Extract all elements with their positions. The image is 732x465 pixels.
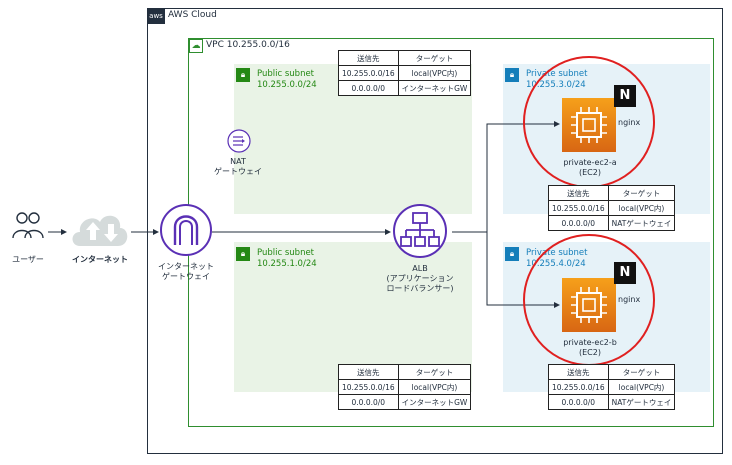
internet-cloud-icon [72, 215, 128, 246]
rt-cell: 10.255.0.0/16 [548, 200, 609, 216]
rt-cell: local(VPC内) [607, 200, 676, 216]
users-icon [12, 212, 44, 239]
rt-header-dest: 送信先 [338, 50, 399, 66]
rt-header-target: ターゲット [607, 185, 676, 201]
rt-cell: NATゲートウェイ [607, 394, 676, 410]
internet-gateway-label: インターネット ゲートウェイ [150, 262, 222, 282]
rt-header-dest: 送信先 [548, 185, 609, 201]
rt-cell: 10.255.0.0/16 [338, 65, 399, 81]
alb-label-line1: ALB [412, 264, 428, 273]
rt-cell: 0.0.0.0/0 [338, 394, 399, 410]
rt-cell: local(VPC内) [397, 65, 472, 81]
rt-cell: NATゲートウェイ [607, 215, 676, 231]
rt-cell: インターネットGW [397, 394, 472, 410]
route-table-private-a: 送信先 ターゲット 10.255.0.0/16 local(VPC内) 0.0.0.… [548, 185, 676, 231]
load-balancer-icon [393, 204, 447, 258]
rt-header-dest: 送信先 [338, 364, 399, 380]
route-table-public-b: 送信先 ターゲット 10.255.0.0/16 local(VPC内) 0.0.0.… [338, 364, 472, 410]
rt-cell: インターネットGW [397, 80, 472, 96]
route-table-public-a: 送信先 ターゲット 10.255.0.0/16 local(VPC内) 0.0.0.… [338, 50, 472, 96]
igw-label-line2: ゲートウェイ [162, 272, 210, 281]
internet-label: インターネット [72, 255, 128, 264]
rt-header-target: ターゲット [397, 364, 472, 380]
rt-header-target: ターゲット [397, 50, 472, 66]
highlight-circle-ec2-a [523, 56, 655, 188]
rt-cell: local(VPC内) [607, 379, 676, 395]
nat-gateway-icon [227, 129, 251, 153]
rt-cell: 10.255.0.0/16 [548, 379, 609, 395]
rt-cell: local(VPC内) [397, 379, 472, 395]
highlight-circle-ec2-b [523, 234, 655, 366]
rt-cell: 0.0.0.0/0 [338, 80, 399, 96]
nat-label-line2: ゲートウェイ [214, 167, 262, 176]
user-label: ユーザー [12, 255, 44, 264]
igw-label-line1: インターネット [158, 262, 214, 271]
nat-label-line1: NAT [230, 157, 246, 166]
nat-gateway-label: NAT ゲートウェイ [208, 157, 268, 177]
rt-header-dest: 送信先 [548, 364, 609, 380]
alb-label-line2: (アプリケーション [386, 274, 454, 283]
rt-cell: 0.0.0.0/0 [548, 215, 609, 231]
rt-cell: 10.255.0.0/16 [338, 379, 399, 395]
rt-header-target: ターゲット [607, 364, 676, 380]
internet-gateway-icon [160, 204, 212, 256]
rt-cell: 0.0.0.0/0 [548, 394, 609, 410]
route-table-private-b: 送信先 ターゲット 10.255.0.0/16 local(VPC内) 0.0.0.… [548, 364, 676, 410]
alb-label-line3: ロードバランサー) [386, 284, 454, 293]
alb-label: ALB (アプリケーション ロードバランサー) [370, 264, 470, 294]
